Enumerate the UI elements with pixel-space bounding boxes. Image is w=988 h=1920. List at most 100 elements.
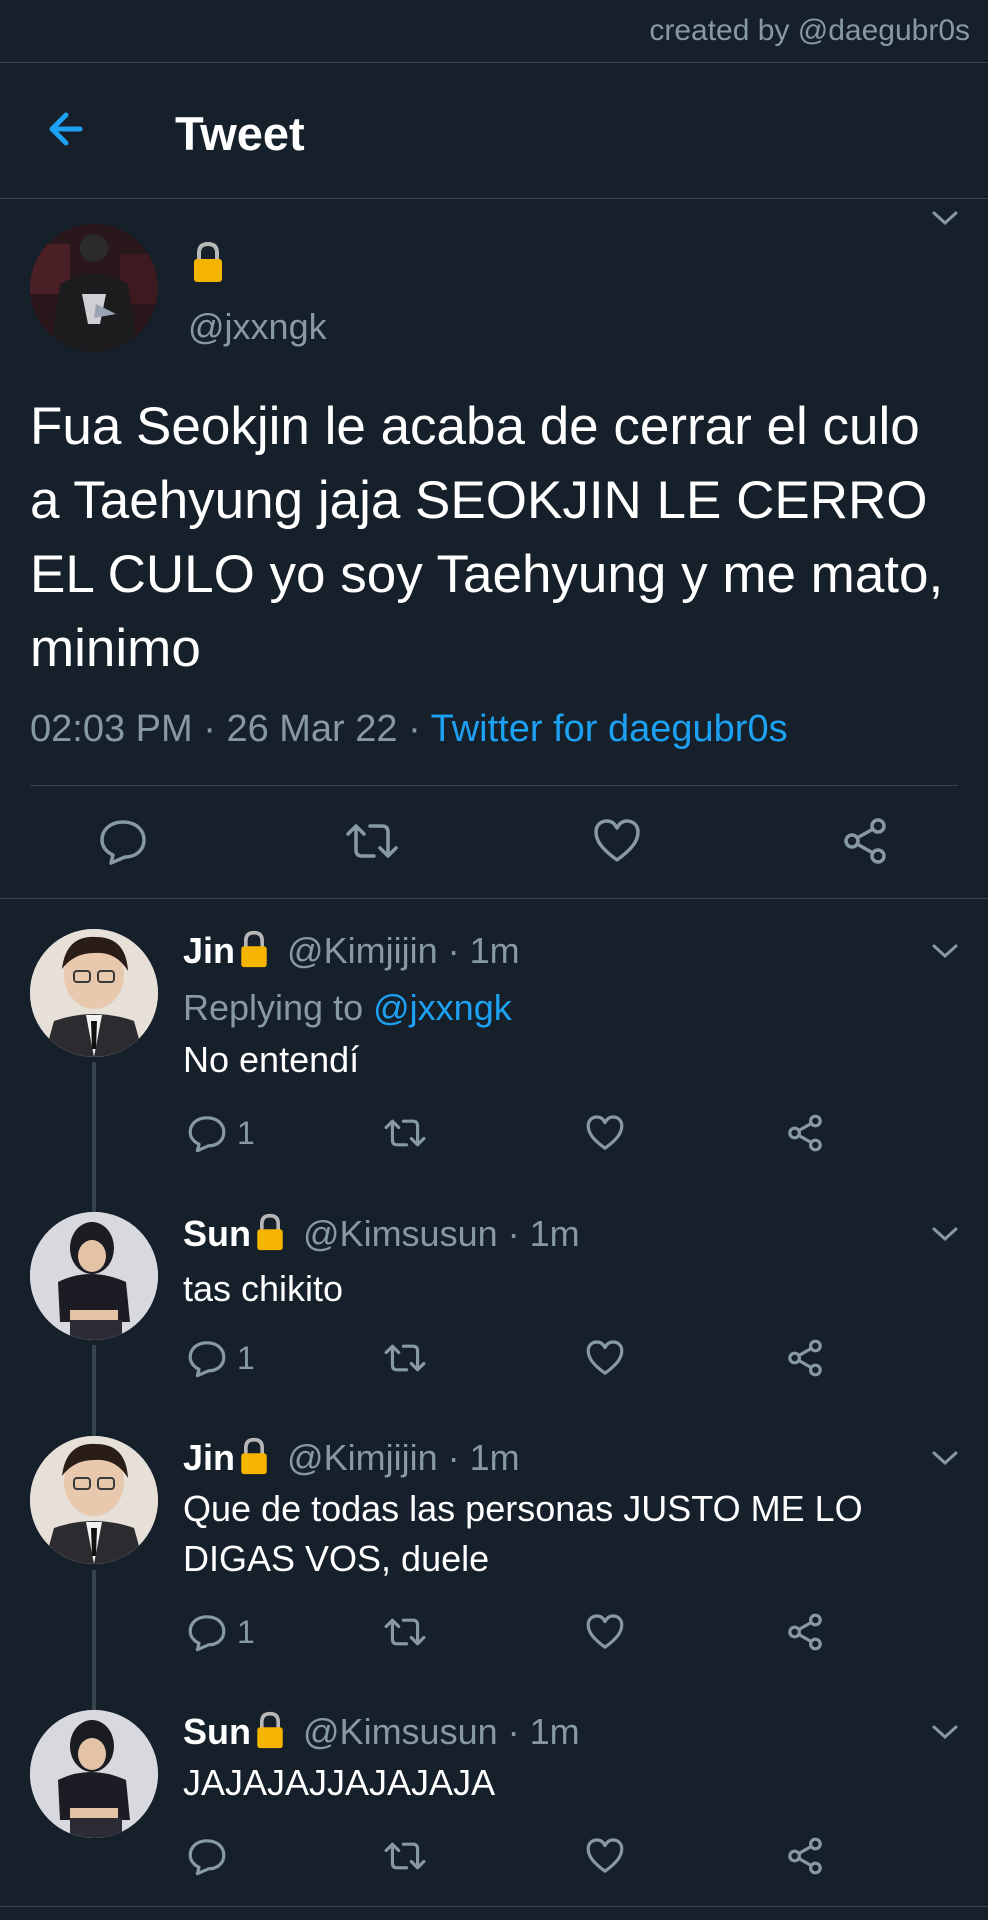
reply-text: No entendí: [183, 1039, 360, 1080]
meta-separator: ·: [447, 930, 460, 971]
author-handle[interactable]: @Kimjijin: [287, 930, 438, 971]
reply-button[interactable]: 1: [187, 1113, 255, 1153]
reply-tweet[interactable]: Jin @Kimjijin · 1m Replying to @jxxngk N…: [0, 925, 988, 1155]
reply-tweet[interactable]: Jin @Kimjijin · 1m Que de todas las pers…: [0, 1432, 988, 1652]
reply-tweet[interactable]: Sun @Kimsusun · 1m tas chikito 1: [0, 1208, 988, 1388]
reply-count: 1: [237, 1339, 255, 1376]
reply-actions: 1: [183, 1113, 883, 1157]
lock-icon: [257, 1213, 283, 1251]
reply-time: 1m: [529, 1213, 580, 1254]
reply-author-line: Jin @Kimjijin · 1m: [183, 1436, 520, 1479]
replying-to-handle[interactable]: @jxxngk: [373, 987, 512, 1028]
reply-time: 1m: [469, 1437, 520, 1478]
author-handle[interactable]: @jxxngk: [188, 306, 327, 348]
lock-icon: [241, 1437, 267, 1475]
reply-button[interactable]: [98, 816, 148, 866]
share-icon: [788, 1114, 822, 1152]
meta-separator: ·: [507, 1213, 520, 1254]
like-button[interactable]: [585, 1113, 625, 1153]
share-button[interactable]: [785, 1113, 825, 1153]
reply-time: 1m: [469, 930, 520, 971]
avatar[interactable]: [30, 1436, 158, 1564]
like-button[interactable]: [585, 1612, 625, 1652]
author-handle[interactable]: @Kimjijin: [287, 1437, 438, 1478]
reply-icon: [188, 1341, 226, 1378]
reply-text: Que de todas las personas JUSTO ME LO DI…: [183, 1488, 863, 1579]
author-name[interactable]: Jin: [183, 930, 235, 971]
reply-icon: [188, 1116, 226, 1153]
chevron-down-icon[interactable]: [930, 1448, 960, 1468]
like-button[interactable]: [592, 816, 642, 866]
retweet-icon: [384, 1618, 426, 1646]
like-icon: [586, 1115, 624, 1150]
lock-icon: [241, 930, 267, 968]
share-icon: [844, 818, 886, 864]
back-button[interactable]: [40, 104, 96, 154]
retweet-button[interactable]: [383, 1612, 427, 1652]
reply-button[interactable]: 1: [187, 1612, 255, 1652]
header-bar: Tweet: [0, 62, 988, 199]
chevron-down-icon[interactable]: [930, 941, 960, 961]
share-icon: [788, 1613, 822, 1651]
tweet-time: 02:03 PM: [30, 708, 193, 750]
retweet-button[interactable]: [383, 1836, 427, 1876]
share-button[interactable]: [840, 816, 890, 866]
reply-author-line: Jin @Kimjijin · 1m: [183, 929, 520, 972]
avatar[interactable]: [30, 1212, 158, 1340]
avatar[interactable]: [30, 1710, 158, 1838]
reply-tweet[interactable]: Sun @Kimsusun · 1m JAJAJAJJAJAJAJA: [0, 1706, 988, 1886]
author-name[interactable]: Sun: [183, 1213, 251, 1254]
reply-button[interactable]: 1: [187, 1338, 255, 1378]
tweet-source[interactable]: Twitter for daegubr0s: [431, 708, 788, 750]
chevron-down-icon[interactable]: [930, 1224, 960, 1244]
tweet-actions: [0, 816, 988, 876]
retweet-icon: [384, 1842, 426, 1870]
tweet-text: Fua Seokjin le acaba de cerrar el culo a…: [30, 397, 944, 678]
chevron-down-icon[interactable]: [930, 208, 960, 228]
reply-button[interactable]: [187, 1836, 237, 1876]
reply-author-line: Sun @Kimsusun · 1m: [183, 1710, 580, 1753]
reply-author-line: Sun @Kimsusun · 1m: [183, 1212, 580, 1255]
like-button[interactable]: [585, 1836, 625, 1876]
share-button[interactable]: [785, 1836, 825, 1876]
retweet-button[interactable]: [344, 816, 400, 866]
meta-separator: ·: [447, 1437, 460, 1478]
like-icon: [594, 819, 640, 862]
reply-actions: 1: [183, 1338, 883, 1382]
avatar[interactable]: [30, 929, 158, 1057]
author-handle[interactable]: @Kimsusun: [303, 1213, 498, 1254]
share-button[interactable]: [785, 1612, 825, 1652]
meta-separator: ·: [408, 708, 421, 750]
author-name[interactable]: Sun: [183, 1711, 251, 1752]
like-button[interactable]: [585, 1338, 625, 1378]
retweet-icon: [384, 1119, 426, 1147]
replying-prefix: Replying to: [183, 987, 364, 1028]
author-name[interactable]: Jin: [183, 1437, 235, 1478]
retweet-icon: [346, 824, 398, 858]
retweet-button[interactable]: [383, 1113, 427, 1153]
meta-separator: ·: [507, 1711, 520, 1752]
retweet-icon: [384, 1344, 426, 1372]
divider: [0, 898, 988, 899]
share-icon: [788, 1339, 822, 1377]
tweet-meta: 02:03 PM · 26 Mar 22 · Twitter for daegu…: [30, 708, 788, 751]
divider: [30, 785, 958, 786]
share-icon: [788, 1837, 822, 1875]
reply-time: 1m: [529, 1711, 580, 1752]
retweet-button[interactable]: [383, 1338, 427, 1378]
avatar[interactable]: [30, 224, 158, 352]
like-icon: [586, 1340, 624, 1375]
main-tweet: @jxxngk Fua Seokjin le acaba de cerrar e…: [0, 198, 988, 898]
reply-icon: [100, 820, 146, 865]
reply-icon: [188, 1615, 226, 1652]
reply-count: 1: [237, 1114, 255, 1151]
replying-to: Replying to @jxxngk: [183, 987, 512, 1029]
author-handle[interactable]: @Kimsusun: [303, 1711, 498, 1752]
chevron-down-icon[interactable]: [930, 1722, 960, 1742]
credit-text: created by @daegubr0s: [649, 14, 970, 47]
page-title: Tweet: [175, 107, 305, 160]
reply-count: 1: [237, 1613, 255, 1650]
reply-text: JAJAJAJJAJAJAJA: [183, 1762, 496, 1803]
share-button[interactable]: [785, 1338, 825, 1378]
reply-icon: [188, 1839, 226, 1876]
